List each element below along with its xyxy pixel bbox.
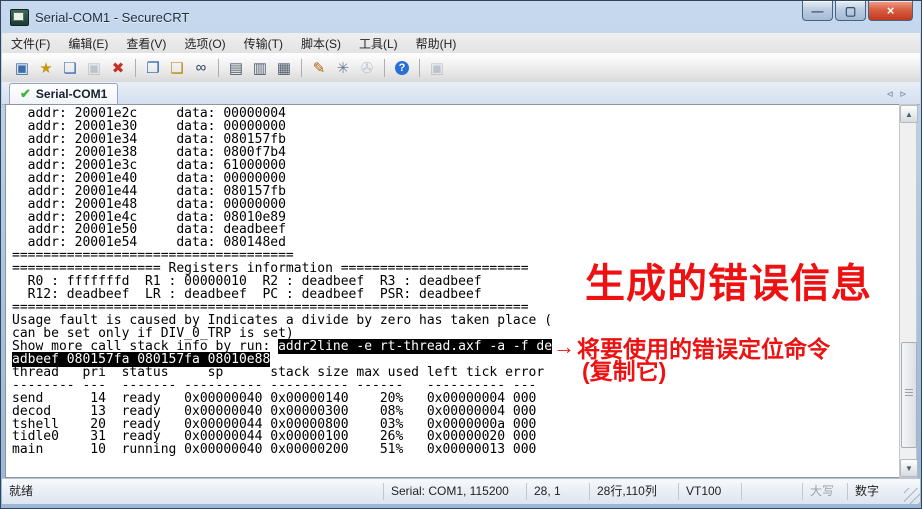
disconnect-icon[interactable]: ✖ (106, 56, 130, 80)
status-caps: 大写 (802, 483, 847, 500)
menu-script[interactable]: 脚本(S) (292, 33, 350, 54)
status-ready: 就绪 (9, 484, 34, 498)
menu-view[interactable]: 查看(V) (117, 33, 175, 54)
find-icon[interactable]: ∞ (189, 56, 213, 80)
status-size: 28行,110列 (589, 483, 678, 500)
close-button[interactable]: × (868, 1, 913, 21)
terminal-output[interactable]: addr: 20001e2c data: 00000004 addr: 2000… (5, 104, 899, 478)
terminal-line: main 10 running 0x00000040 0x00000200 51… (12, 442, 537, 458)
paste-icon[interactable]: ❑ (165, 56, 189, 80)
scroll-down-button[interactable]: ▼ (900, 459, 918, 477)
title-bar[interactable]: Serial-COM1 - SecureCRT — ▢ × (1, 1, 921, 33)
global-options-icon[interactable]: ✳ (331, 56, 355, 80)
toolbar-separator (218, 58, 219, 77)
minimize-button[interactable]: — (802, 1, 833, 21)
status-blank (741, 483, 802, 500)
app-icon (10, 8, 29, 26)
toolbar-separator (135, 58, 136, 77)
scrollbar-thumb[interactable] (901, 342, 917, 448)
session-manager-icon: ▣ (429, 59, 445, 77)
menu-transfer[interactable]: 传输(T) (235, 33, 292, 54)
menu-edit[interactable]: 编辑(E) (59, 33, 117, 54)
reconnect-icon: ▣ (86, 59, 102, 77)
tab-nav: ◃ ▹ (887, 87, 920, 104)
toolbar-separator (419, 58, 420, 77)
status-emulation: VT100 (678, 483, 741, 500)
maximize-button[interactable]: ▢ (835, 1, 866, 21)
menu-tools[interactable]: 工具(L) (350, 33, 407, 54)
menu-file[interactable]: 文件(F) (2, 33, 59, 54)
connect-icon[interactable]: ▣ (10, 56, 34, 80)
status-num: 数字 (847, 483, 892, 500)
toolbar-separator (384, 58, 385, 77)
log-session-icon[interactable]: ▤ (224, 56, 248, 80)
toolbar: ▣ ★ ❏ ▣ ✖ ❐ ❑ ∞ ▤ ▥ ▦ ✎ ✳ ✇? ▣ (2, 53, 920, 83)
connected-check-icon: ✔ (20, 86, 31, 101)
window-controls: — ▢ × (802, 1, 921, 27)
securecrt-window: Serial-COM1 - SecureCRT — ▢ × 文件(F) 编辑(E) 查看… (0, 0, 922, 509)
help-icon[interactable]: ? (390, 56, 414, 80)
connect-in-tab-icon[interactable]: ❏ (58, 56, 82, 80)
scroll-up-button[interactable]: ▲ (900, 105, 918, 123)
status-bar: 就绪 Serial: COM1, 115200 28, 1 28行,110列 VT100… (2, 478, 920, 504)
quick-connect-icon[interactable]: ★ (34, 56, 58, 80)
tab-label: Serial-COM1 (35, 87, 108, 101)
menu-help[interactable]: 帮助(H) (407, 33, 466, 54)
status-cursor: 28, 1 (526, 483, 589, 500)
tab-serial-com1[interactable]: ✔ Serial-COM1 (9, 83, 119, 104)
vertical-scrollbar: ▲ ▼ (899, 104, 918, 478)
menu-bar: 文件(F) 编辑(E) 查看(V) 选项(O) 传输(T) 脚本(S) 工具(L) 帮助(H) (2, 33, 920, 54)
key-icon: ✇ (360, 59, 374, 77)
raw-log-icon[interactable]: ▥ (248, 56, 272, 80)
print-icon[interactable]: ▦ (272, 56, 296, 80)
copy-icon[interactable]: ❐ (141, 56, 165, 80)
menu-options[interactable]: 选项(O) (175, 33, 234, 54)
tab-scroll-left-icon[interactable]: ◃ (887, 87, 893, 100)
tab-scroll-right-icon[interactable]: ▹ (900, 87, 906, 100)
session-options-icon[interactable]: ✎ (307, 56, 331, 80)
resize-grip[interactable] (904, 488, 920, 504)
status-serial: Serial: COM1, 115200 (383, 483, 526, 500)
window-title: Serial-COM1 - SecureCRT (35, 9, 190, 25)
tab-bar: ✔ Serial-COM1 ◃ ▹ (2, 82, 920, 105)
toolbar-separator (301, 58, 302, 77)
